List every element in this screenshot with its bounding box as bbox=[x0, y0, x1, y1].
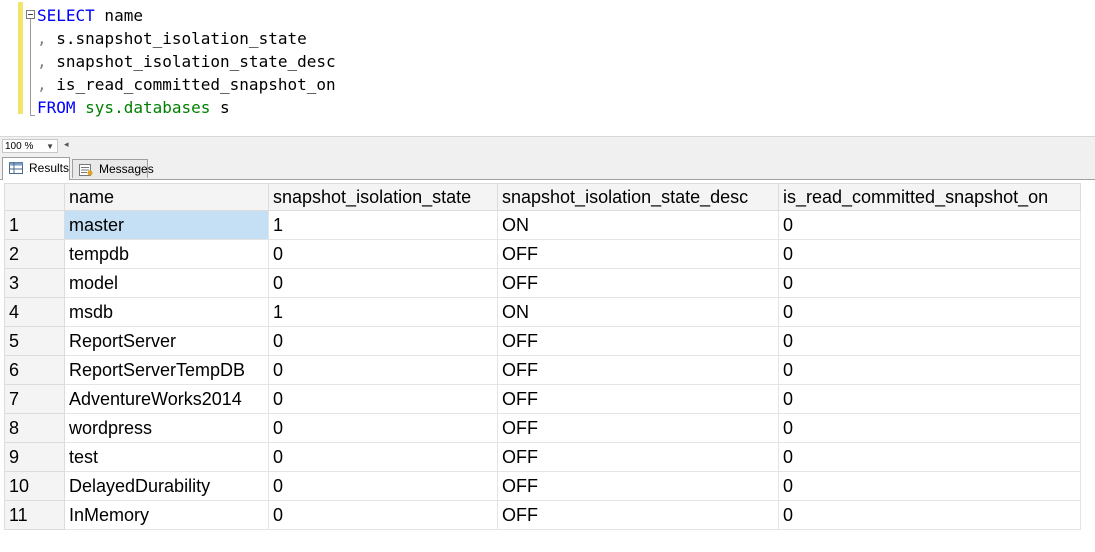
snapshot-isolation-state-cell[interactable]: 0 bbox=[268, 471, 498, 501]
row-number[interactable]: 3 bbox=[4, 268, 65, 298]
row-number[interactable]: 2 bbox=[4, 239, 65, 269]
snapshot-isolation-state-cell[interactable]: 0 bbox=[268, 268, 498, 298]
table-row[interactable]: 1 master 1 ON 0 bbox=[4, 210, 1081, 240]
is-read-committed-snapshot-on-cell[interactable]: 0 bbox=[778, 297, 1081, 327]
table-row[interactable]: 4 msdb 1 ON 0 bbox=[4, 297, 1081, 327]
corner-cell[interactable] bbox=[4, 183, 65, 211]
table-row[interactable]: 3 model 0 OFF 0 bbox=[4, 268, 1081, 298]
snapshot-isolation-state-desc-cell[interactable]: OFF bbox=[497, 239, 779, 269]
snapshot-isolation-state-desc-cell[interactable]: ON bbox=[497, 297, 779, 327]
snapshot-isolation-state-desc-cell[interactable]: OFF bbox=[497, 268, 779, 298]
outline-line-end bbox=[30, 115, 35, 116]
column-header-snapshot-isolation-state[interactable]: snapshot_isolation_state bbox=[268, 183, 498, 211]
row-number[interactable]: 5 bbox=[4, 326, 65, 356]
is-read-committed-snapshot-on-cell[interactable]: 0 bbox=[778, 355, 1081, 385]
is-read-committed-snapshot-on-cell[interactable]: 0 bbox=[778, 326, 1081, 356]
result-tabs: Results Messages bbox=[0, 155, 1095, 180]
table-row[interactable]: 5 ReportServer 0 OFF 0 bbox=[4, 326, 1081, 356]
snapshot-isolation-state-cell[interactable]: 1 bbox=[268, 297, 498, 327]
row-number[interactable]: 8 bbox=[4, 413, 65, 443]
table-row[interactable]: 6 ReportServerTempDB 0 OFF 0 bbox=[4, 355, 1081, 385]
code-line: , is_read_committed_snapshot_on bbox=[37, 75, 336, 94]
outline-line bbox=[30, 19, 31, 115]
snapshot-isolation-state-cell[interactable]: 0 bbox=[268, 442, 498, 472]
name-cell[interactable]: DelayedDurability bbox=[64, 471, 269, 501]
chevron-down-icon[interactable]: ▼ bbox=[46, 140, 54, 154]
snapshot-isolation-state-cell[interactable]: 1 bbox=[268, 210, 498, 240]
name-cell[interactable]: tempdb bbox=[64, 239, 269, 269]
code-line: , s.snapshot_isolation_state bbox=[37, 29, 307, 48]
name-cell[interactable]: ReportServer bbox=[64, 326, 269, 356]
row-number[interactable]: 11 bbox=[4, 500, 65, 530]
messages-icon bbox=[79, 164, 93, 176]
row-number[interactable]: 7 bbox=[4, 384, 65, 414]
grid-icon bbox=[9, 162, 23, 174]
table-row[interactable]: 10 DelayedDurability 0 OFF 0 bbox=[4, 471, 1081, 501]
zoom-level: 100 % bbox=[5, 141, 34, 152]
is-read-committed-snapshot-on-cell[interactable]: 0 bbox=[778, 442, 1081, 472]
code-line: FROM sys.databases s bbox=[37, 98, 230, 117]
snapshot-isolation-state-cell[interactable]: 0 bbox=[268, 355, 498, 385]
sql-code[interactable]: SELECT name , s.snapshot_isolation_state… bbox=[37, 4, 336, 119]
table-row[interactable]: 7 AdventureWorks2014 0 OFF 0 bbox=[4, 384, 1081, 414]
table-row[interactable]: 9 test 0 OFF 0 bbox=[4, 442, 1081, 472]
zoom-select[interactable]: 100 % ▼ bbox=[2, 139, 58, 153]
is-read-committed-snapshot-on-cell[interactable]: 0 bbox=[778, 239, 1081, 269]
name-cell[interactable]: msdb bbox=[64, 297, 269, 327]
tab-messages-label: Messages bbox=[99, 162, 154, 176]
query-editor[interactable]: SELECT name , s.snapshot_isolation_state… bbox=[0, 0, 1095, 136]
name-cell[interactable]: InMemory bbox=[64, 500, 269, 530]
row-number[interactable]: 9 bbox=[4, 442, 65, 472]
column-header-name[interactable]: name bbox=[64, 183, 269, 211]
snapshot-isolation-state-desc-cell[interactable]: OFF bbox=[497, 413, 779, 443]
snapshot-isolation-state-desc-cell[interactable]: OFF bbox=[497, 471, 779, 501]
is-read-committed-snapshot-on-cell[interactable]: 0 bbox=[778, 384, 1081, 414]
snapshot-isolation-state-desc-cell[interactable]: ON bbox=[497, 210, 779, 240]
tab-messages[interactable]: Messages bbox=[72, 159, 154, 178]
is-read-committed-snapshot-on-cell[interactable]: 0 bbox=[778, 210, 1081, 240]
name-cell[interactable]: wordpress bbox=[64, 413, 269, 443]
name-cell[interactable]: master bbox=[64, 210, 269, 240]
column-header-is-read-committed-snapshot-on[interactable]: is_read_committed_snapshot_on bbox=[778, 183, 1081, 211]
table-row[interactable]: 11 InMemory 0 OFF 0 bbox=[4, 500, 1081, 530]
snapshot-isolation-state-cell[interactable]: 0 bbox=[268, 384, 498, 414]
collapse-icon[interactable] bbox=[26, 10, 35, 19]
is-read-committed-snapshot-on-cell[interactable]: 0 bbox=[778, 500, 1081, 530]
name-cell[interactable]: model bbox=[64, 268, 269, 298]
row-number[interactable]: 4 bbox=[4, 297, 65, 327]
is-read-committed-snapshot-on-cell[interactable]: 0 bbox=[778, 413, 1081, 443]
row-number[interactable]: 1 bbox=[4, 210, 65, 240]
row-number[interactable]: 10 bbox=[4, 471, 65, 501]
snapshot-isolation-state-desc-cell[interactable]: OFF bbox=[497, 384, 779, 414]
header-row: name snapshot_isolation_state snapshot_i… bbox=[4, 183, 1081, 211]
snapshot-isolation-state-desc-cell[interactable]: OFF bbox=[497, 355, 779, 385]
tab-results-label: Results bbox=[29, 161, 70, 175]
is-read-committed-snapshot-on-cell[interactable]: 0 bbox=[778, 268, 1081, 298]
snapshot-isolation-state-cell[interactable]: 0 bbox=[268, 500, 498, 530]
results-grid[interactable]: name snapshot_isolation_state snapshot_i… bbox=[4, 183, 1081, 530]
column-header-snapshot-isolation-state-desc[interactable]: snapshot_isolation_state_desc bbox=[497, 183, 779, 211]
zoom-strip: 100 % ▼ ◂ bbox=[0, 136, 1095, 156]
is-read-committed-snapshot-on-cell[interactable]: 0 bbox=[778, 471, 1081, 501]
row-number[interactable]: 6 bbox=[4, 355, 65, 385]
name-cell[interactable]: test bbox=[64, 442, 269, 472]
snapshot-isolation-state-desc-cell[interactable]: OFF bbox=[497, 500, 779, 530]
name-cell[interactable]: ReportServerTempDB bbox=[64, 355, 269, 385]
code-line: SELECT name bbox=[37, 6, 143, 25]
snapshot-isolation-state-desc-cell[interactable]: OFF bbox=[497, 326, 779, 356]
tab-results[interactable]: Results bbox=[2, 157, 70, 180]
snapshot-isolation-state-cell[interactable]: 0 bbox=[268, 239, 498, 269]
table-row[interactable]: 2 tempdb 0 OFF 0 bbox=[4, 239, 1081, 269]
name-cell[interactable]: AdventureWorks2014 bbox=[64, 384, 269, 414]
code-line: , snapshot_isolation_state_desc bbox=[37, 52, 336, 71]
scroll-left-arrow-icon[interactable]: ◂ bbox=[64, 139, 69, 150]
snapshot-isolation-state-desc-cell[interactable]: OFF bbox=[497, 442, 779, 472]
snapshot-isolation-state-cell[interactable]: 0 bbox=[268, 413, 498, 443]
table-row[interactable]: 8 wordpress 0 OFF 0 bbox=[4, 413, 1081, 443]
change-tracking-bar bbox=[18, 2, 23, 114]
snapshot-isolation-state-cell[interactable]: 0 bbox=[268, 326, 498, 356]
